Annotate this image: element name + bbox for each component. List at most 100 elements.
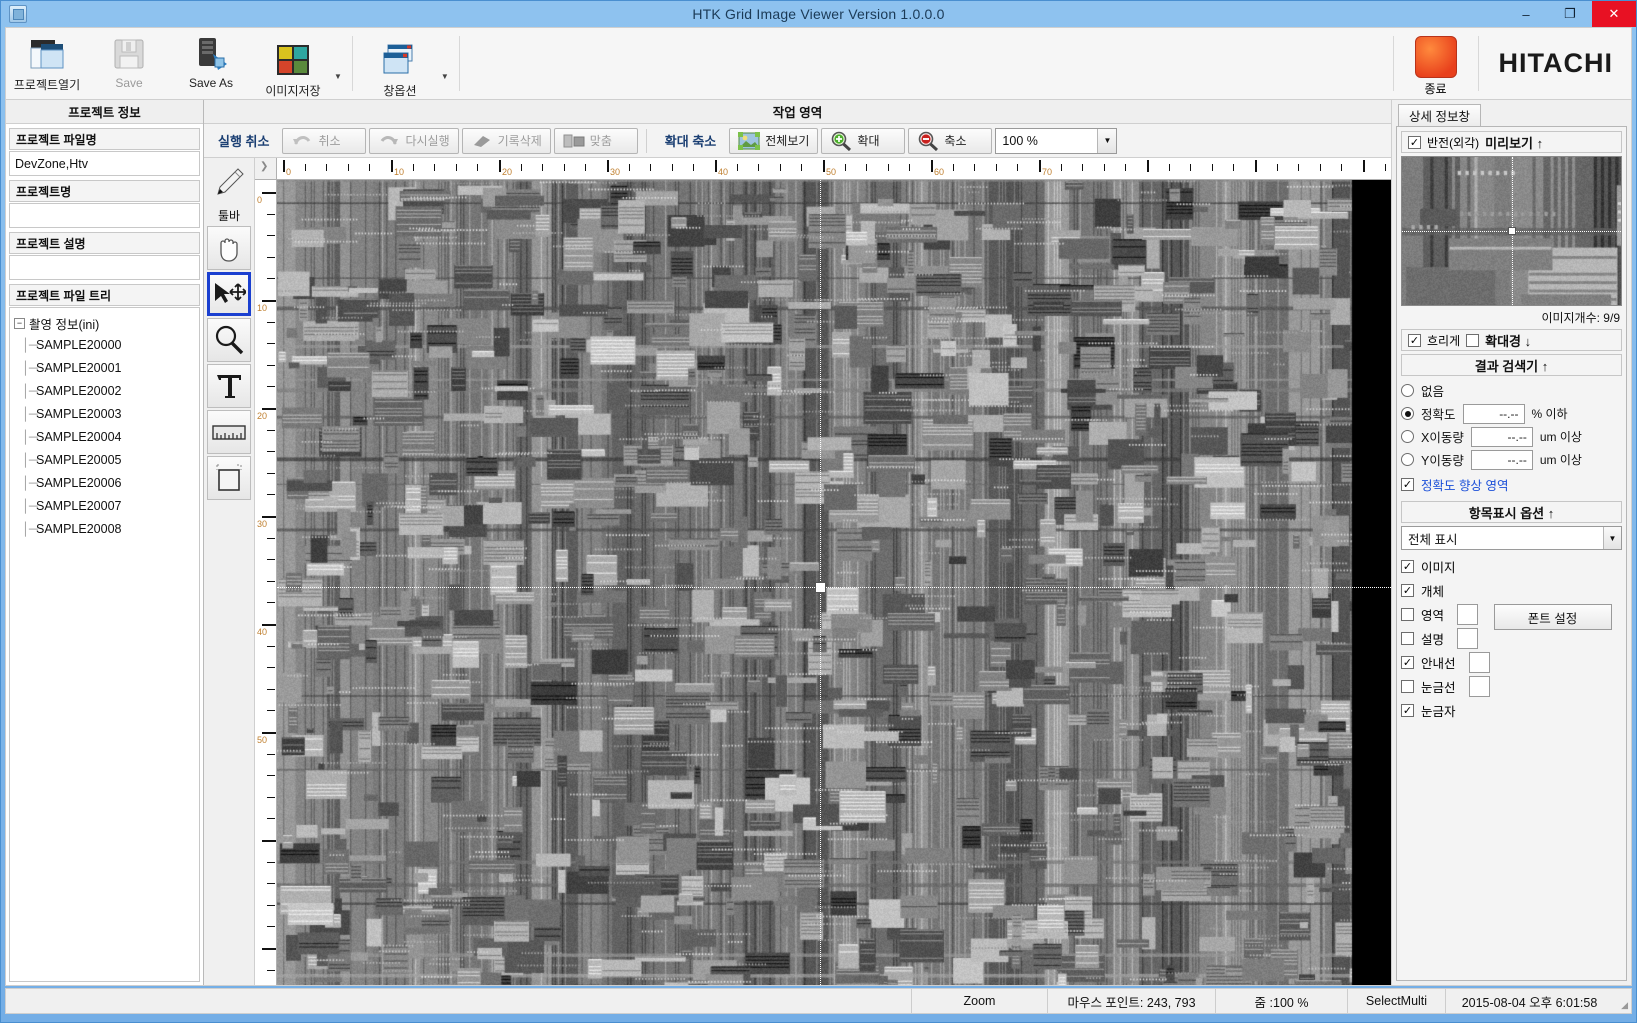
tree-item[interactable]: SAMPLE20003 (14, 402, 195, 425)
project-name-label: 프로젝트명 (9, 180, 200, 202)
accuracy-enhance-row[interactable]: ✓ 정확도 향상 영역 (1401, 473, 1622, 496)
chevron-down-icon[interactable]: ▼ (1603, 527, 1621, 549)
project-description-value[interactable] (9, 255, 200, 280)
fit-button[interactable]: 맞춤 (553, 127, 638, 154)
preview-center-handle[interactable] (1507, 227, 1516, 235)
option-object[interactable]: ✓ 개체 (1401, 578, 1490, 602)
image-save-dropdown-arrow[interactable]: ▼ (334, 72, 346, 99)
gridline-checkbox[interactable] (1401, 679, 1414, 693)
window-options-dropdown-arrow[interactable]: ▼ (441, 72, 453, 99)
gridline-color-swatch[interactable] (1468, 675, 1490, 697)
description-checkbox[interactable] (1401, 631, 1414, 645)
image-save-button[interactable]: 이미지저장 (252, 34, 334, 99)
option-ruler[interactable]: ✓ 눈금자 (1401, 698, 1490, 722)
result-finder-header[interactable]: 결과 검색기 ↑ (1401, 354, 1622, 376)
ruler-tick (262, 192, 276, 194)
tab-detail-info[interactable]: 상세 정보창 (1398, 104, 1481, 126)
project-filename-value[interactable]: DevZone,Htv (9, 151, 200, 176)
ruler-measure-tool[interactable] (207, 410, 251, 454)
maximize-button[interactable]: ❐ (1548, 1, 1592, 27)
project-name-value[interactable] (9, 203, 200, 228)
accuracy-input[interactable]: --.-- (1462, 403, 1525, 424)
image-checkbox[interactable]: ✓ (1401, 559, 1414, 573)
display-mode-select[interactable]: 전체 표시 ▼ (1401, 526, 1622, 550)
tree-collapse-icon[interactable]: − (14, 318, 25, 329)
tree-item[interactable]: SAMPLE20008 (14, 517, 195, 540)
tree-item[interactable]: SAMPLE20002 (14, 379, 195, 402)
window-options-button[interactable]: 창옵션 (359, 34, 441, 99)
zoom-level-select[interactable]: 100 % ▼ (995, 127, 1118, 154)
open-project-button[interactable]: 프로젝트열기 (6, 28, 88, 99)
result-option-y-shift[interactable]: Y이동량 --.-- um 이상 (1401, 448, 1622, 471)
option-region[interactable]: 영역 (1401, 602, 1490, 626)
ruler-label: 50 (257, 735, 268, 745)
redo-button[interactable]: 다시실행 (369, 127, 459, 154)
radio-y-shift[interactable] (1401, 453, 1414, 466)
zoom-in-button[interactable]: 확대 (821, 127, 906, 154)
result-option-x-shift[interactable]: X이동량 --.-- um 이상 (1401, 425, 1622, 448)
result-option-accuracy[interactable]: 정확도 --.-- % 이하 (1401, 402, 1622, 425)
magnifier-tool[interactable] (207, 318, 251, 362)
ruler-tick (283, 160, 285, 172)
rectangle-region-tool[interactable] (207, 456, 251, 500)
option-gridline[interactable]: 눈금선 (1401, 674, 1490, 698)
option-image[interactable]: ✓ 이미지 (1401, 554, 1490, 578)
font-settings-button[interactable]: 폰트 설정 (1493, 604, 1612, 630)
image-canvas[interactable] (277, 180, 1391, 985)
status-timestamp: 2015-08-04 오후 6:01:58 (1445, 989, 1613, 1013)
radio-none[interactable] (1401, 384, 1414, 397)
option-guideline[interactable]: ✓ 안내선 (1401, 650, 1490, 674)
text-tool[interactable] (207, 364, 251, 408)
crosshair-center-handle[interactable] (815, 582, 826, 593)
display-options-header[interactable]: 항목표시 옵션 ↑ (1401, 501, 1622, 523)
radio-accuracy[interactable] (1401, 407, 1414, 420)
tree-item[interactable]: SAMPLE20004 (14, 425, 195, 448)
preview-thumbnail[interactable] (1401, 156, 1622, 306)
result-option-none[interactable]: 없음 (1401, 379, 1622, 402)
invert-checkbox[interactable]: ✓ (1408, 135, 1421, 149)
guideline-color-swatch[interactable] (1468, 651, 1490, 673)
clear-history-button[interactable]: 기록삭제 (461, 127, 551, 154)
save-button[interactable]: Save (88, 28, 170, 99)
tree-item[interactable]: SAMPLE20006 (14, 471, 195, 494)
y-shift-input[interactable]: --.-- (1470, 449, 1533, 470)
chevron-down-icon[interactable]: ▼ (1097, 128, 1117, 153)
fit-to-screen-button[interactable]: 전체보기 (729, 127, 819, 154)
tree-item[interactable]: SAMPLE20007 (14, 494, 195, 517)
tree-item[interactable]: SAMPLE20001 (14, 356, 195, 379)
region-checkbox[interactable] (1401, 607, 1414, 621)
radio-x-shift[interactable] (1401, 430, 1414, 443)
option-description[interactable]: 설명 (1401, 626, 1490, 650)
magnifier-secondary-checkbox[interactable] (1466, 333, 1480, 347)
ruler-tick (844, 164, 846, 171)
close-button[interactable]: ✕ (1592, 1, 1636, 27)
blur-checkbox[interactable]: ✓ (1408, 333, 1421, 347)
ruler-tick (1341, 164, 1343, 171)
undo-button[interactable]: 취소 (282, 127, 367, 154)
description-color-swatch[interactable] (1457, 627, 1479, 649)
pen-tool[interactable] (207, 161, 251, 205)
resize-grip[interactable]: ◢ (1613, 989, 1631, 1013)
ruler-tick (887, 164, 889, 171)
region-color-swatch[interactable] (1457, 603, 1479, 625)
tree-item[interactable]: SAMPLE20000 (14, 333, 195, 356)
accuracy-enhance-checkbox[interactable]: ✓ (1401, 478, 1414, 491)
ruler-tick (267, 494, 275, 496)
minimize-button[interactable]: – (1504, 1, 1548, 27)
status-zoom-cell: Zoom (911, 989, 1047, 1013)
tree-root-node[interactable]: − 촬영 정보(ini) (14, 314, 195, 333)
exit-button[interactable]: 종료 (1400, 28, 1472, 99)
object-checkbox[interactable]: ✓ (1401, 583, 1414, 597)
zoom-out-button[interactable]: 축소 (908, 127, 993, 154)
project-file-tree[interactable]: − 촬영 정보(ini) SAMPLE20000 SAMPLE20001 SAM… (9, 307, 200, 982)
ruler-tick (1125, 164, 1127, 171)
x-shift-input[interactable]: --.-- (1470, 426, 1533, 447)
window-options-icon (382, 40, 418, 80)
select-move-tool[interactable] (207, 272, 251, 316)
save-as-button[interactable]: Save As (170, 28, 252, 99)
ruler-checkbox[interactable]: ✓ (1401, 703, 1414, 717)
hand-pan-tool[interactable] (207, 226, 251, 270)
canvas-area: 툴바 ❯ 0 10 20 30 40 50 60 70 0 10 20 30 4… (204, 158, 1391, 985)
tree-item[interactable]: SAMPLE20005 (14, 448, 195, 471)
guideline-checkbox[interactable]: ✓ (1401, 655, 1414, 669)
